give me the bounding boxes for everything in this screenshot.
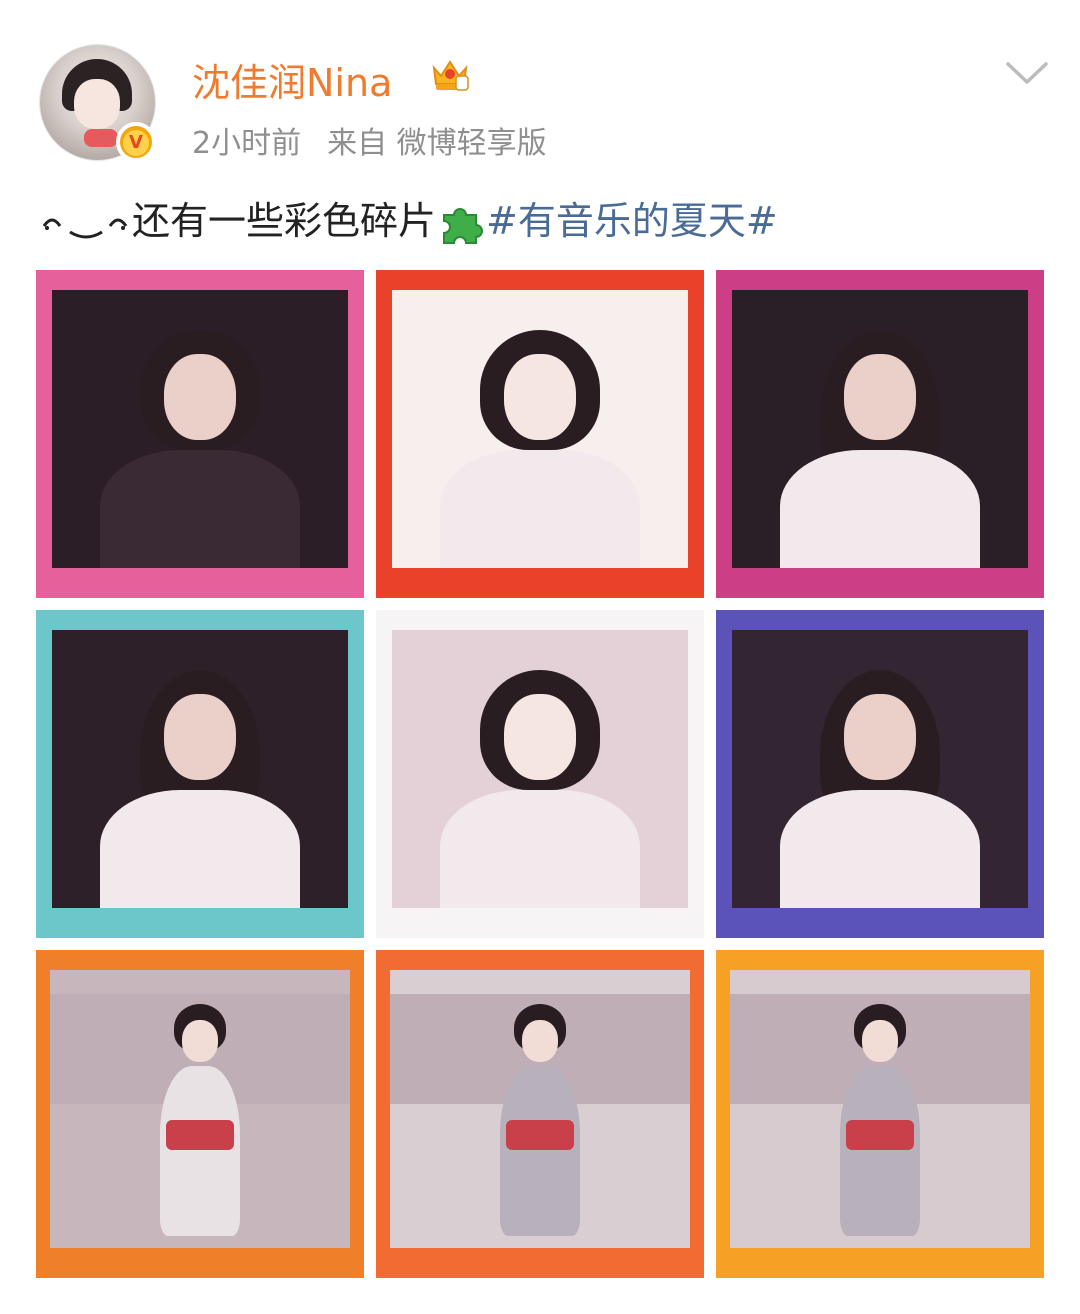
figure-face [522,1020,558,1062]
photo-image [52,630,348,908]
figure-body [100,790,300,908]
figure-body [500,1066,580,1236]
photo-image [732,630,1028,908]
photo-thumbnail[interactable] [716,950,1044,1278]
photo-thumbnail[interactable] [716,610,1044,938]
photo-thumbnail[interactable] [376,950,704,1278]
photo-image [50,970,350,1248]
post-text: 还有一些彩色碎片 #有音乐的夏天# [40,196,778,246]
photo-image [730,970,1030,1248]
red-corset [506,1120,574,1150]
figure-body [100,450,300,568]
figure-face [164,354,236,440]
photo-thumbnail[interactable] [36,610,364,938]
verified-badge-icon: V [116,122,156,162]
avatar-face [74,79,120,129]
figure-body [160,1066,240,1236]
post-source[interactable]: 来自 微博轻享版 [327,126,547,161]
photo-thumbnail[interactable] [36,270,364,598]
red-corset [846,1120,914,1150]
figure-face [844,354,916,440]
photo-image [392,290,688,568]
figure-face [504,354,576,440]
figure-face [164,694,236,780]
photo-thumbnail[interactable] [36,950,364,1278]
vip-crown-icon[interactable] [428,54,472,94]
figure-face [844,694,916,780]
avatar-cake [84,129,118,147]
figure-face [862,1020,898,1062]
figure-body [780,790,980,908]
chevron-down-icon[interactable] [1004,58,1050,88]
post-time: 2小时前 [192,126,302,161]
hashtag-link[interactable]: #有音乐的夏天# [486,199,778,243]
post-meta: 2小时前 来自 微博轻享版 [192,118,547,162]
photo-image [52,290,348,568]
photo-image [390,970,690,1248]
figure-face [504,694,576,780]
smile-emoticon-icon [42,218,128,238]
photo-image [732,290,1028,568]
photo-thumbnail[interactable] [376,610,704,938]
red-corset [166,1120,234,1150]
figure-body [840,1066,920,1236]
figure-face [182,1020,218,1062]
figure-body [440,450,640,568]
figure-body [780,450,980,568]
author-name[interactable]: 沈佳润Nina [192,52,392,107]
photo-image [392,630,688,908]
photo-thumbnail[interactable] [376,270,704,598]
photo-thumbnail[interactable] [716,270,1044,598]
post-body: 还有一些彩色碎片 [132,199,437,243]
puzzle-piece-icon [443,207,484,244]
figure-body [440,790,640,908]
